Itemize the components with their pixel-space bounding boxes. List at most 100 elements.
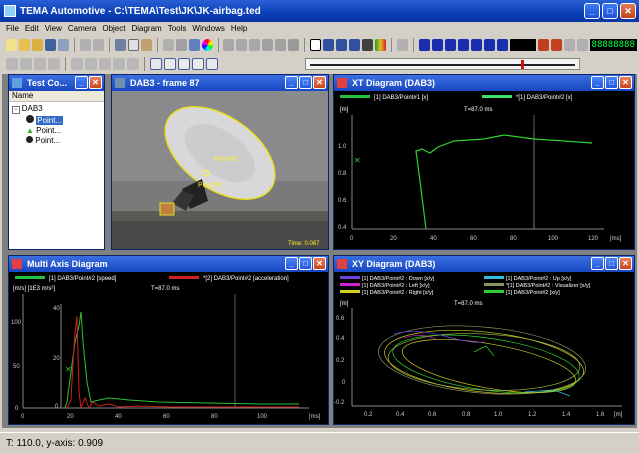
copy-icon[interactable]	[127, 39, 139, 51]
menu-diagram[interactable]: Diagram	[131, 24, 161, 33]
new-icon[interactable]	[6, 39, 17, 51]
close-button[interactable]: ✕	[620, 3, 636, 19]
angle-icon[interactable]	[99, 58, 111, 70]
maximize-button[interactable]: □	[602, 3, 618, 19]
menu-camera[interactable]: Camera	[68, 24, 96, 33]
bounce-icon[interactable]	[550, 39, 562, 51]
tree-item[interactable]: Point...	[12, 115, 104, 126]
multi-axis-plot-area[interactable]: [1] DAB3/Point#2 [speed] *[2] DAB3/Point…	[9, 272, 328, 424]
play-icon[interactable]	[483, 39, 495, 51]
panel-title: XY Diagram (DAB3)	[352, 259, 436, 269]
last-frame-icon[interactable]	[496, 39, 508, 51]
minimize-button[interactable]: _	[584, 3, 600, 19]
export-icon[interactable]	[563, 39, 575, 51]
menu-file[interactable]: File	[6, 24, 19, 33]
step-forward-icon[interactable]	[470, 39, 482, 51]
tree-item[interactable]: Point...	[12, 136, 104, 146]
pointer-icon[interactable]	[310, 39, 322, 51]
svg-text:0: 0	[342, 380, 346, 386]
frame-timeline-slider[interactable]	[305, 58, 580, 70]
xy-chart[interactable]: [1] DAB3/Point#2 : Down [x/y] [1] DAB3/P…	[334, 272, 634, 424]
menu-object[interactable]: Object	[102, 24, 125, 33]
area-icon[interactable]	[113, 58, 125, 70]
minimize-button[interactable]: _	[285, 257, 298, 270]
timeline-marker[interactable]	[521, 60, 524, 69]
save-icon[interactable]	[44, 39, 56, 51]
xy-diagram-icon[interactable]	[164, 58, 176, 70]
tree-item[interactable]: ▲ Point...	[12, 126, 104, 136]
camera-icon[interactable]	[34, 58, 46, 70]
print-icon[interactable]	[57, 39, 69, 51]
tree-root[interactable]: − DAB3	[12, 104, 104, 115]
menu-view[interactable]: View	[45, 24, 62, 33]
mark-icon[interactable]	[288, 39, 300, 51]
settings-icon[interactable]	[576, 39, 588, 51]
grid-icon[interactable]	[162, 39, 174, 51]
align-icon[interactable]	[71, 58, 83, 70]
undo-icon[interactable]	[79, 39, 91, 51]
zoom-reset-icon[interactable]	[249, 39, 261, 51]
rewind-icon[interactable]	[431, 39, 443, 51]
close-button[interactable]: ✕	[313, 76, 326, 89]
minimize-button[interactable]: _	[285, 76, 298, 89]
panel-icon	[12, 78, 22, 88]
multi-axis-chart[interactable]: [1] DAB3/Point#2 [speed] *[2] DAB3/Point…	[9, 272, 328, 424]
close-button[interactable]: ✕	[619, 257, 632, 270]
open-folder-icon[interactable]	[31, 39, 43, 51]
loop-icon[interactable]	[537, 39, 549, 51]
maximize-button[interactable]: □	[299, 76, 312, 89]
multi-diagram-icon[interactable]	[178, 58, 190, 70]
open-icon[interactable]	[18, 39, 30, 51]
step-back-icon[interactable]	[444, 39, 456, 51]
scale-icon[interactable]	[20, 58, 32, 70]
bar-chart-icon[interactable]	[375, 39, 387, 51]
table-icon[interactable]	[397, 39, 409, 51]
menu-windows[interactable]: Windows	[192, 24, 224, 33]
xt-titlebar: XT Diagram (DAB3) _ □ ✕	[334, 75, 634, 91]
maximize-button[interactable]: □	[605, 76, 618, 89]
paste-icon[interactable]	[140, 39, 152, 51]
calibrate-icon[interactable]	[6, 58, 18, 70]
color-icon[interactable]	[201, 39, 213, 51]
xt-plot-area[interactable]: [1] DAB3/Point#1 [x] *[1] DAB3/Point#2 […	[334, 91, 634, 249]
track-icon[interactable]	[323, 39, 335, 51]
track-all-icon[interactable]	[336, 39, 348, 51]
multi-axes	[22, 294, 309, 409]
close-button[interactable]: ✕	[619, 76, 632, 89]
svg-text:0: 0	[21, 414, 25, 420]
cut-icon[interactable]	[114, 39, 126, 51]
xy-plot-area[interactable]: [1] DAB3/Point#2 : Down [x/y] [1] DAB3/P…	[334, 272, 634, 424]
report-icon[interactable]	[206, 58, 218, 70]
airbag-video-frame[interactable]: Point#2 Point#3 Time: 0.087	[112, 91, 328, 249]
zoom-in-icon[interactable]	[223, 39, 235, 51]
filter-icon[interactable]	[127, 58, 139, 70]
column-header[interactable]: Name	[9, 91, 104, 102]
xt-diagram-icon[interactable]	[150, 58, 162, 70]
minimize-button[interactable]: _	[591, 76, 604, 89]
link-icon[interactable]	[48, 58, 60, 70]
minimize-button[interactable]: _	[75, 76, 88, 89]
track-select-icon[interactable]	[349, 39, 361, 51]
menu-edit[interactable]: Edit	[25, 24, 39, 33]
maximize-button[interactable]: □	[605, 257, 618, 270]
svg-text:0.4: 0.4	[338, 225, 347, 231]
video-icon[interactable]	[188, 39, 200, 51]
layout-icon[interactable]	[175, 39, 187, 51]
redo-icon[interactable]	[92, 39, 104, 51]
panel-title: DAB3 - frame 87	[130, 78, 200, 88]
fit-icon[interactable]	[262, 39, 274, 51]
measure-icon[interactable]	[275, 39, 287, 51]
close-button[interactable]: ✕	[89, 76, 102, 89]
maximize-button[interactable]: □	[299, 257, 312, 270]
close-button[interactable]: ✕	[313, 257, 326, 270]
search-icon[interactable]	[362, 39, 374, 51]
xt-chart[interactable]: [1] DAB3/Point#1 [x] *[1] DAB3/Point#2 […	[334, 91, 634, 249]
zoom-out-icon[interactable]	[236, 39, 248, 51]
menu-help[interactable]: Help	[231, 24, 247, 33]
stop-icon[interactable]	[457, 39, 469, 51]
menu-tools[interactable]: Tools	[168, 24, 187, 33]
distance-icon[interactable]	[85, 58, 97, 70]
table-diagram-icon[interactable]	[192, 58, 204, 70]
minimize-button[interactable]: _	[591, 257, 604, 270]
first-frame-icon[interactable]	[418, 39, 430, 51]
